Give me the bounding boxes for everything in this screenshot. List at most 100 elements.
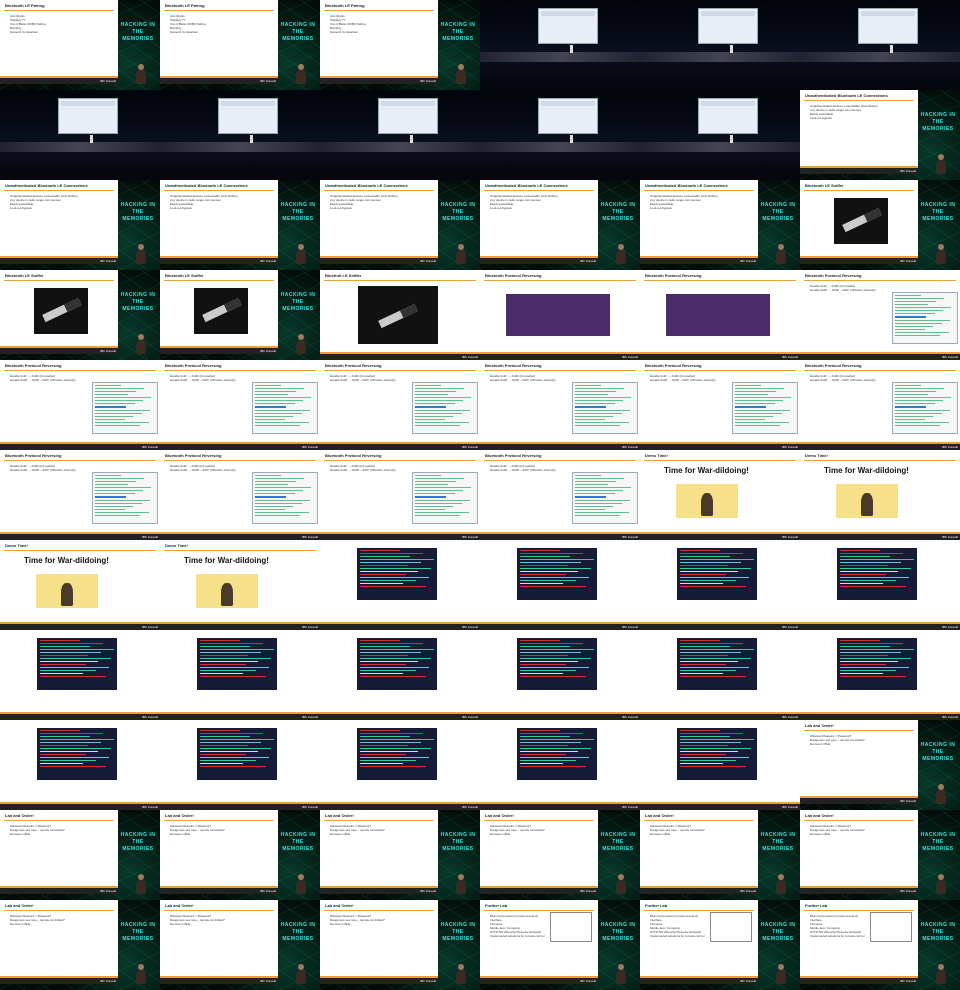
- video-frame: IBC Consult: [800, 630, 960, 720]
- terminal-line: [360, 646, 411, 647]
- meme-photo: [36, 574, 98, 608]
- title-rule: [4, 550, 156, 551]
- video-frame: Bluefruit LE Sniffer IBC Consult: [320, 270, 480, 360]
- capture-line: [95, 496, 127, 498]
- speaker-figure: [296, 64, 306, 84]
- company-logo: IBC Consult: [621, 355, 638, 359]
- capture-line: [255, 406, 287, 408]
- terminal-line: [840, 562, 901, 563]
- video-frame: Bluetooth Protocol Reversing Handle 0x1F …: [640, 360, 800, 450]
- slide-title: Bluetooth LE Sniffer: [805, 183, 844, 188]
- capture-line: [575, 400, 623, 401]
- screen-header: [541, 101, 595, 106]
- terminal-line: [840, 580, 896, 581]
- slide-title: Unauthenticated Bluetooth LE Connections: [165, 183, 248, 188]
- conference-logo: HACKING IN THE MEMORIES: [120, 922, 156, 942]
- terminal-line: [40, 658, 112, 659]
- terminal-line: [520, 559, 594, 560]
- title-rule: [324, 820, 434, 821]
- terminal-line: [360, 562, 421, 563]
- speaker-figure: [730, 45, 733, 53]
- terminal-line: [680, 733, 744, 734]
- terminal-screenshot: [517, 728, 597, 780]
- company-logo: IBC Consult: [781, 625, 798, 629]
- slide-title: Lab and Order!: [165, 903, 194, 908]
- video-frame: [320, 90, 480, 180]
- terminal-line: [40, 736, 91, 737]
- company-logo: IBC Consult: [141, 805, 158, 809]
- projection-screen: [538, 8, 598, 44]
- terminal-line: [520, 664, 566, 665]
- slide: Bluetooth Protocol Reversing Handle 0x1F …: [480, 450, 640, 540]
- video-frame: Bluetooth Protocol Reversing IBC Consult: [480, 270, 640, 360]
- video-frame: HACKING IN THE MEMORIES Lab and Order! Wir…: [800, 720, 960, 810]
- capture-line: [255, 394, 288, 395]
- terminal-screenshot: [677, 548, 757, 600]
- slide-title: Bluetooth LE Sniffer: [5, 273, 44, 278]
- terminal-line: [40, 766, 107, 767]
- terminal-line: [840, 664, 886, 665]
- capture-line: [415, 391, 456, 392]
- capture-line: [415, 394, 448, 395]
- capture-line: [575, 419, 606, 420]
- terminal-line: [40, 757, 109, 758]
- terminal-line: [520, 646, 571, 647]
- video-frame: HACKING IN THE MEMORIES Bluetooth LE Pair…: [160, 0, 320, 90]
- bullet-item: Handle 0x2D → 0x0D – 0xFF (Vibration Int…: [650, 378, 716, 382]
- terminal-line: [40, 739, 114, 740]
- speaker-figure: [456, 964, 466, 984]
- terminal-line: [200, 655, 248, 656]
- capture-line: [95, 410, 151, 411]
- terminal-line: [520, 754, 566, 755]
- slide: IBC Consult: [320, 540, 480, 630]
- capture-line: [895, 316, 927, 318]
- slide-title: Bluetooth Protocol Reversing: [5, 363, 62, 368]
- slide-footer: IBC Consult: [640, 978, 758, 984]
- terminal-line: [840, 583, 884, 584]
- capture-line: [95, 478, 145, 479]
- terminal-line: [680, 754, 726, 755]
- speaker-figure: [616, 874, 626, 894]
- capture-line: [415, 425, 461, 426]
- slide: IBC Consult: [480, 630, 640, 720]
- terminal-line: [360, 586, 427, 587]
- capture-line: [895, 301, 936, 302]
- conference-logo: HACKING IN THE MEMORIES: [920, 112, 956, 132]
- packet-capture: [92, 382, 158, 434]
- terminal-line: [200, 748, 272, 749]
- slide-title: Bluetooth Protocol Reversing: [5, 453, 62, 458]
- terminal-line: [680, 664, 726, 665]
- terminal-line: [520, 763, 564, 764]
- capture-line: [895, 304, 928, 305]
- terminal-line: [680, 571, 739, 572]
- terminal-line: [360, 742, 421, 743]
- terminal-line: [520, 670, 576, 671]
- terminal-line: [840, 649, 914, 650]
- terminal-line: [680, 676, 747, 677]
- capture-line: [575, 416, 614, 417]
- capture-line: [415, 388, 465, 389]
- slide-footer: IBC Consult: [800, 168, 918, 174]
- conference-logo: HACKING IN THE MEMORIES: [120, 292, 156, 312]
- video-frame: Demo Time! Time for War-dildoing! IBC Cons…: [640, 450, 800, 540]
- capture-line: [895, 310, 943, 311]
- slide-title: Lab and Order!: [165, 813, 194, 818]
- terminal-line: [840, 550, 880, 551]
- capture-line: [95, 391, 136, 392]
- video-frame: IBC Consult: [0, 720, 160, 810]
- capture-line: [95, 388, 145, 389]
- terminal-line: [360, 568, 432, 569]
- video-frame: HACKING IN THE MEMORIES Lab and Order! Wir…: [800, 810, 960, 900]
- terminal-line: [40, 649, 114, 650]
- terminal-line: [40, 670, 96, 671]
- terminal-line: [360, 667, 429, 668]
- terminal-line: [680, 586, 747, 587]
- title-rule: [164, 910, 274, 911]
- slide-footer: IBC Consult: [320, 888, 438, 894]
- capture-line: [895, 295, 921, 296]
- terminal-line: [40, 652, 101, 653]
- speaker-figure: [776, 874, 786, 894]
- capture-line: [95, 500, 151, 501]
- terminal-line: [520, 571, 579, 572]
- terminal-screenshot: [517, 548, 597, 600]
